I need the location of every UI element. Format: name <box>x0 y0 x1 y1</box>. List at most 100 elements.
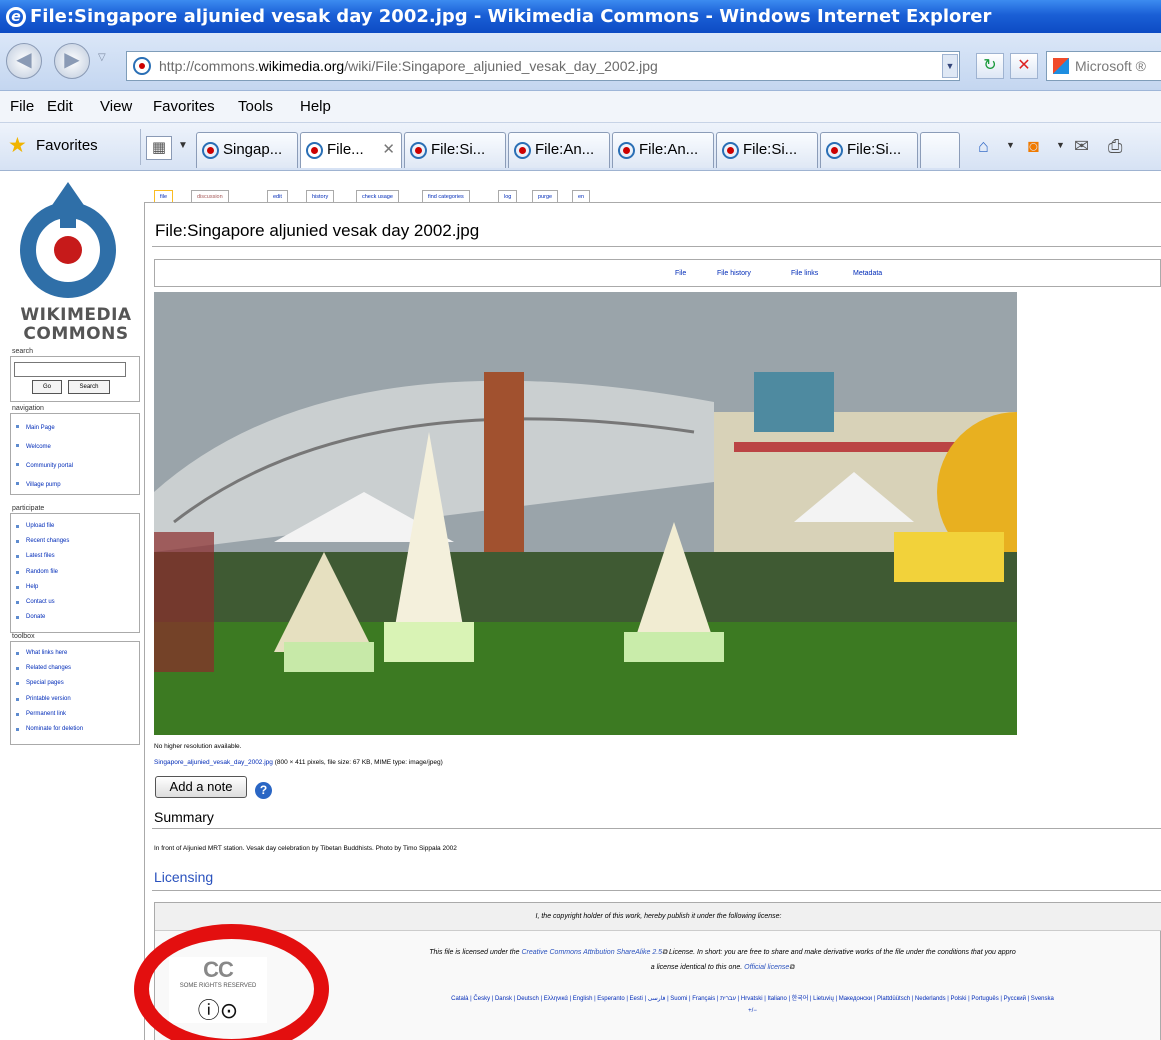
sidebar-search-input[interactable] <box>14 362 126 377</box>
license-text-part: This file is licensed under the <box>429 949 522 956</box>
sidebar-search-header: search <box>12 348 34 355</box>
sidebar-item-nominate-for-deletion[interactable]: Nominate for deletion <box>11 722 139 737</box>
tab-site-icon <box>514 142 531 159</box>
sidebar-item-donate[interactable]: Donate <box>11 610 139 625</box>
forward-button[interactable]: ▶ <box>54 43 90 79</box>
url-prefix: http://commons. <box>159 58 259 74</box>
logo-line-wikimedia: WIKIMEDIA <box>20 305 132 325</box>
sidebar-participate-header: participate <box>12 505 45 512</box>
file-toc: File File history File links Metadata <box>154 259 1161 287</box>
summary-divider <box>152 828 1161 829</box>
tab-label: File:An... <box>639 141 699 158</box>
menu-help[interactable]: Help <box>300 91 331 123</box>
new-tab-button[interactable] <box>920 132 960 168</box>
address-dropdown-icon[interactable]: ▼ <box>942 54 958 78</box>
sidebar-item-recent-changes[interactable]: Recent changes <box>11 534 139 549</box>
help-icon[interactable]: ? <box>255 782 272 799</box>
sidebar-item-help[interactable]: Help <box>11 580 139 595</box>
logo-line-commons: COMMONS <box>23 324 129 344</box>
add-note-button[interactable]: Add a note <box>155 776 247 798</box>
url-domain: wikimedia.org <box>258 58 345 74</box>
sidebar-item-related-changes[interactable]: Related changes <box>11 661 139 676</box>
history-dropdown-icon[interactable]: ▽ <box>98 52 106 63</box>
search-box[interactable]: Microsoft ® <box>1046 51 1161 81</box>
window-title-bar: e File:Singapore aljunied vesak day 2002… <box>0 0 1161 33</box>
language-links[interactable]: Català | Česky | Dansk | Deutsch | Ελλην… <box>343 993 1161 1005</box>
toc-file[interactable]: File <box>675 260 686 287</box>
sidebar-item-latest-files[interactable]: Latest files <box>11 549 139 564</box>
stop-icon[interactable]: ✕ <box>1010 53 1038 79</box>
menu-bar: File Edit View Favorites Tools Help <box>0 91 1161 123</box>
back-button[interactable]: ◀ <box>6 43 42 79</box>
home-dropdown-icon[interactable]: ▼ <box>1006 140 1015 150</box>
sidebar-item-random-file[interactable]: Random file <box>11 565 139 580</box>
file-download-link[interactable]: Singapore_aljunied_vesak_day_2002.jpg <box>154 759 273 766</box>
wikimedia-commons-logo[interactable]: WIKIMEDIA COMMONS <box>6 178 142 348</box>
no-higher-resolution: No higher resolution available. <box>154 743 242 750</box>
title-divider <box>152 246 1161 247</box>
sidebar-toolbox: What links here Related changes Special … <box>10 641 140 745</box>
home-icon[interactable]: ⌂ <box>978 135 989 157</box>
sidebar-item-what-links-here[interactable]: What links here <box>11 646 139 661</box>
sidebar-item-community-portal[interactable]: Community portal <box>11 457 139 476</box>
tab-site-icon <box>306 142 323 159</box>
window-title: File:Singapore aljunied vesak day 2002.j… <box>30 6 992 27</box>
tab-label: File... <box>327 141 364 158</box>
cc-by-sa-link[interactable]: Creative Commons Attribution ShareAlike … <box>521 949 662 956</box>
menu-view[interactable]: View <box>100 91 132 123</box>
sidebar-item-contact-us[interactable]: Contact us <box>11 595 139 610</box>
tab-site-icon <box>826 142 843 159</box>
vesak-day-photo[interactable] <box>154 292 1017 735</box>
menu-favorites[interactable]: Favorites <box>153 91 215 123</box>
sidebar-item-printable-version[interactable]: Printable version <box>11 692 139 707</box>
official-license-link[interactable]: Official license <box>744 964 789 971</box>
menu-tools[interactable]: Tools <box>238 91 273 123</box>
sidebar-item-welcome[interactable]: Welcome <box>11 438 139 457</box>
address-row: ◀ ▶ ▽ http://commons.wikimedia.org/wiki/… <box>0 33 1161 91</box>
sidebar-item-permanent-link[interactable]: Permanent link <box>11 707 139 722</box>
toc-metadata[interactable]: Metadata <box>853 260 882 287</box>
tab-site-icon <box>722 142 739 159</box>
url-suffix: /wiki/File:Singapore_aljunied_vesak_day_… <box>344 58 658 74</box>
print-icon[interactable]: ⎙ <box>1108 135 1122 157</box>
tab-list-dropdown-icon[interactable]: ▼ <box>178 140 188 151</box>
quick-tabs-icon[interactable]: ▦ <box>146 136 172 160</box>
photo-illustration <box>154 292 1017 735</box>
search-button[interactable]: Search <box>68 380 110 394</box>
licensing-heading: Licensing <box>154 869 214 885</box>
search-provider-label: Microsoft ® <box>1075 58 1146 74</box>
tab-3[interactable]: File:Si... <box>404 132 506 168</box>
refresh-icon[interactable]: ↻ <box>976 53 1004 79</box>
summary-heading: Summary <box>154 809 214 825</box>
tab-1[interactable]: Singap... <box>196 132 298 168</box>
feeds-icon[interactable]: ◙ <box>1028 135 1039 157</box>
favorites-label[interactable]: Favorites <box>36 137 98 154</box>
tab-label: File:An... <box>535 141 595 158</box>
tab-label: File:Si... <box>743 141 798 158</box>
sidebar-item-village-pump[interactable]: Village pump <box>11 476 139 495</box>
tab-5[interactable]: File:An... <box>612 132 714 168</box>
sidebar-item-upload-file[interactable]: Upload file <box>11 519 139 534</box>
mail-icon[interactable]: ✉ <box>1074 135 1089 157</box>
close-tab-icon[interactable]: ✕ <box>382 133 395 167</box>
tab-6[interactable]: File:Si... <box>716 132 818 168</box>
sidebar-navigation-header: navigation <box>12 405 44 412</box>
go-button[interactable]: Go <box>32 380 62 394</box>
tab-7[interactable]: File:Si... <box>820 132 918 168</box>
toc-file-links[interactable]: File links <box>791 260 818 287</box>
sidebar-item-special-pages[interactable]: Special pages <box>11 676 139 691</box>
page-title: File:Singapore aljunied vesak day 2002.j… <box>155 221 480 240</box>
menu-edit[interactable]: Edit <box>47 91 73 123</box>
tab-4[interactable]: File:An... <box>508 132 610 168</box>
license-text: This file is licensed under the Creative… <box>283 945 1161 975</box>
menu-file[interactable]: File <box>10 91 34 123</box>
address-input[interactable]: http://commons.wikimedia.org/wiki/File:S… <box>126 51 960 81</box>
favorites-star-icon[interactable]: ★ <box>8 135 27 156</box>
file-info: (800 × 411 pixels, file size: 67 KB, MIM… <box>272 759 443 766</box>
tab-2-active[interactable]: File... ✕ <box>300 132 402 168</box>
license-text-part: a license identical to this one. <box>650 964 745 971</box>
language-expand-link[interactable]: +/− <box>343 1005 1161 1017</box>
toc-file-history[interactable]: File history <box>717 260 751 287</box>
sidebar-item-main-page[interactable]: Main Page <box>11 419 139 438</box>
feeds-dropdown-icon[interactable]: ▼ <box>1056 140 1065 150</box>
